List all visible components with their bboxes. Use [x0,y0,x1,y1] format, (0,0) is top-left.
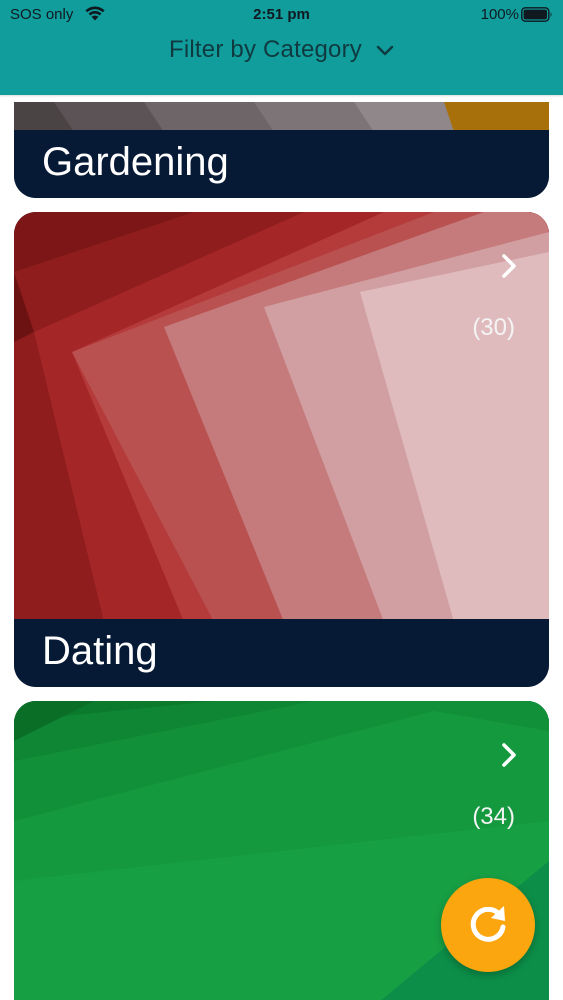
card-footer: Dating [14,619,549,687]
status-bar: SOS only 2:51 pm 100% [0,0,563,30]
card-background-image [14,212,549,622]
chevron-right-icon [502,743,516,767]
category-count: (30) [472,314,515,341]
refresh-icon [470,906,506,942]
chevron-right-icon [502,254,516,278]
category-card-gardening[interactable]: Gardening [14,102,549,198]
app-header: SOS only 2:51 pm 100% Filter by Category [0,0,563,95]
card-background-image [14,102,549,132]
category-count: (34) [472,803,515,830]
category-card-dating[interactable]: (30) Dating [14,212,549,687]
refresh-button[interactable] [441,878,535,972]
category-title: Dating [42,629,158,673]
chevron-down-icon [376,45,394,56]
filter-by-category-button[interactable]: Filter by Category [0,30,563,70]
battery-percentage: 100% [480,6,519,23]
filter-label: Filter by Category [169,36,362,63]
card-footer: Gardening [14,130,549,198]
category-title: Gardening [42,140,229,184]
battery-icon [521,7,552,22]
clock: 2:51 pm [253,6,310,23]
